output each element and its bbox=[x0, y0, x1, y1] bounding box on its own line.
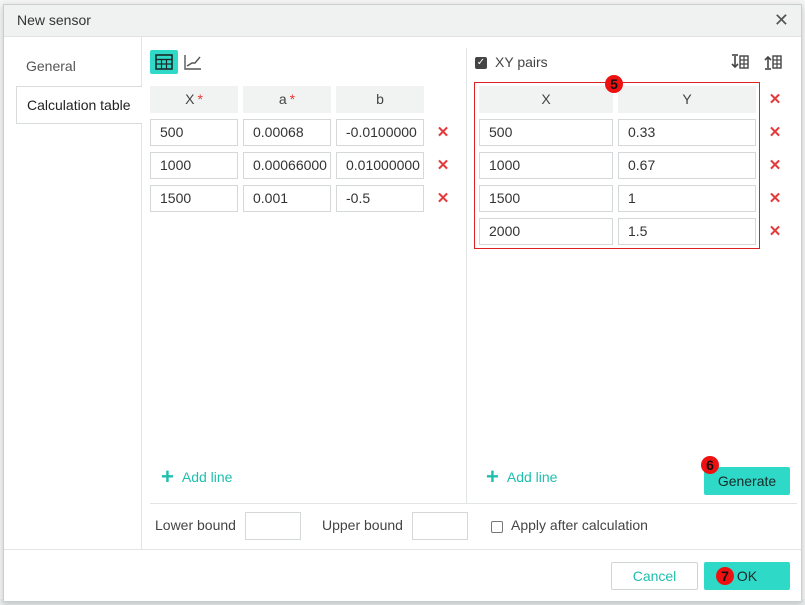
dialog-titlebar: New sensor ✕ bbox=[4, 5, 801, 37]
cell-a[interactable]: 0.001 bbox=[243, 185, 331, 212]
import-table-icon bbox=[731, 54, 749, 69]
add-line-label: Add line bbox=[181, 469, 233, 485]
add-line-label: Add line bbox=[506, 469, 558, 485]
apply-after-calculation-label: Apply after calculation bbox=[511, 517, 648, 533]
plus-icon: + bbox=[161, 464, 174, 489]
generate-button[interactable]: Generate bbox=[704, 467, 790, 495]
footer-divider bbox=[4, 549, 801, 550]
cell-b[interactable]: -0.0100000 bbox=[336, 119, 424, 146]
delete-row-icon[interactable]: ✕ bbox=[768, 224, 782, 239]
left-nav: General Calculation table bbox=[4, 36, 142, 549]
lower-bound-input[interactable] bbox=[245, 512, 301, 540]
upper-bound-label: Upper bound bbox=[322, 517, 403, 533]
dialog-title: New sensor bbox=[17, 12, 91, 28]
export-table-button[interactable] bbox=[759, 50, 787, 74]
column-header-b: b bbox=[336, 86, 424, 113]
cell-b[interactable]: -0.5 bbox=[336, 185, 424, 212]
delete-row-icon[interactable]: ✕ bbox=[436, 191, 450, 206]
table-icon bbox=[155, 54, 173, 70]
lower-bound-label: Lower bound bbox=[155, 517, 236, 533]
xy-pairs-label: XY pairs bbox=[495, 54, 548, 70]
delete-row-icon[interactable]: ✕ bbox=[768, 125, 782, 140]
line-chart-icon bbox=[184, 55, 201, 70]
add-line-button-left[interactable]: + Add line bbox=[161, 464, 233, 489]
delete-row-icon[interactable]: ✕ bbox=[768, 191, 782, 206]
cell-a[interactable]: 0.00066000 bbox=[243, 152, 331, 179]
plus-icon: + bbox=[486, 464, 499, 489]
import-table-button[interactable] bbox=[726, 50, 754, 74]
nav-item-general[interactable]: General bbox=[16, 48, 141, 84]
delete-row-icon[interactable]: ✕ bbox=[768, 158, 782, 173]
upper-bound-input[interactable] bbox=[412, 512, 468, 540]
annotation-marker: 7 bbox=[716, 567, 734, 585]
cell-x[interactable]: 1500 bbox=[150, 185, 238, 212]
apply-after-calculation-checkbox[interactable] bbox=[491, 521, 503, 533]
delete-row-icon[interactable]: ✕ bbox=[436, 158, 450, 173]
cell-b[interactable]: 0.01000000 bbox=[336, 152, 424, 179]
delete-row-icon[interactable]: ✕ bbox=[436, 125, 450, 140]
panel-divider bbox=[466, 48, 467, 503]
xy-pairs-checkbox[interactable]: ✓ bbox=[475, 57, 487, 69]
cell-x[interactable]: 1000 bbox=[150, 152, 238, 179]
required-mark: * bbox=[197, 91, 203, 107]
add-line-button-right[interactable]: + Add line bbox=[486, 464, 558, 489]
column-header-x: X * bbox=[150, 86, 238, 113]
cell-x[interactable]: 500 bbox=[150, 119, 238, 146]
bounds-divider bbox=[150, 503, 797, 504]
new-sensor-dialog: New sensor ✕ General Calculation table X… bbox=[3, 4, 802, 602]
column-header-a: a * bbox=[243, 86, 331, 113]
required-mark: * bbox=[289, 91, 296, 107]
export-table-icon bbox=[764, 55, 782, 70]
close-icon[interactable]: ✕ bbox=[774, 9, 789, 31]
annotation-highlight-box bbox=[474, 82, 760, 249]
chart-view-icon[interactable] bbox=[179, 50, 207, 74]
table-view-icon[interactable] bbox=[150, 50, 178, 74]
cell-a[interactable]: 0.00068 bbox=[243, 119, 331, 146]
nav-item-calculation-table[interactable]: Calculation table bbox=[16, 86, 142, 124]
cancel-button[interactable]: Cancel bbox=[611, 562, 698, 590]
annotation-marker: 6 bbox=[701, 456, 719, 474]
clear-xy-icon[interactable]: ✕ bbox=[768, 92, 782, 107]
annotation-marker: 5 bbox=[605, 75, 623, 93]
